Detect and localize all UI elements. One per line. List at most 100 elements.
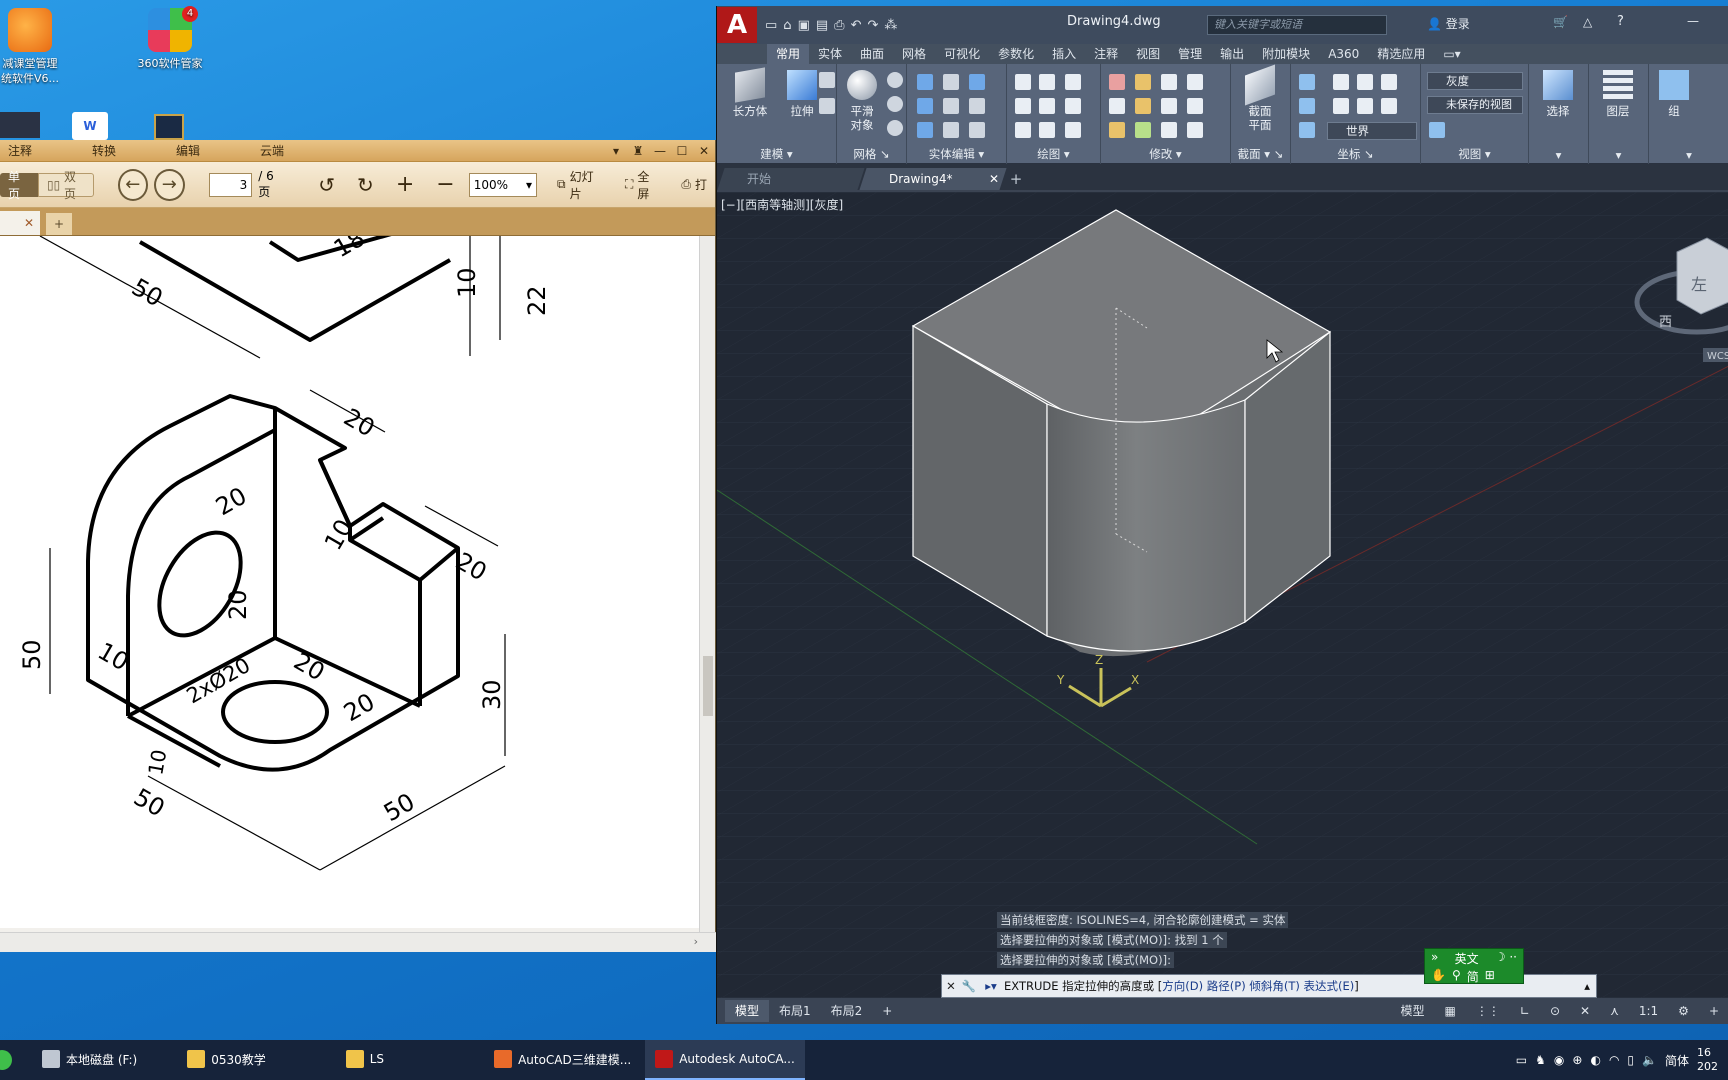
spline-icon[interactable] [1015,98,1031,114]
offset-icon[interactable] [1109,98,1125,114]
viewport-config-icon[interactable] [1429,122,1445,138]
taskbar-item-folder-ls[interactable]: LS [336,1040,394,1080]
menu-convert[interactable]: 转换 [48,142,132,159]
single-page-button[interactable]: 单页 [0,170,38,201]
ucs-z-icon[interactable] [1357,74,1373,90]
wrench-icon[interactable]: 🔧 [960,979,978,993]
interfere-icon[interactable] [943,98,959,114]
new-tab-button[interactable]: + [46,213,72,235]
desktop-icon-classroom[interactable]: 减课堂管理 统软件V6... [0,8,90,86]
array-icon[interactable] [1187,74,1203,90]
group-tool[interactable]: 组 [1651,70,1697,118]
login-button[interactable]: 👤 登录 [1427,15,1470,32]
desktop-icon-folder[interactable] [154,114,184,140]
close-icon[interactable]: ✕ [942,979,960,993]
desktop-icon-360[interactable]: 360软件管家 4 [110,6,230,71]
document-tab[interactable]: ✕ [0,211,40,235]
polyline-icon[interactable] [1015,74,1031,90]
tray-app-icon[interactable]: ⊕ [1572,1053,1582,1067]
chevron-up-icon[interactable]: ▴ [1584,979,1596,993]
tab-mesh[interactable]: 网格 [893,44,935,64]
annotation-icon[interactable]: ⋏ [1600,1000,1629,1022]
redo-icon[interactable]: ↷ [867,18,878,33]
rotate3d-icon[interactable] [1135,74,1151,90]
horizontal-scrollbar[interactable]: › [0,932,716,952]
tab-visualize[interactable]: 可视化 [935,44,989,64]
close-button[interactable]: ✕ [693,144,715,158]
point-icon[interactable] [1065,98,1081,114]
separate-icon[interactable] [969,98,985,114]
tray-app-icon[interactable]: ◉ [1554,1053,1564,1067]
option-direction[interactable]: 方向(D) [1162,978,1203,994]
layout-tab-2[interactable]: 布局2 [821,1000,873,1022]
mesh-icon[interactable] [887,72,903,88]
section-plane-tool[interactable]: 截面 平面 [1237,64,1283,132]
menu-annotate[interactable]: 注释 [0,142,48,159]
tab-start[interactable]: 开始 [717,168,865,190]
start-button[interactable] [0,1050,12,1070]
saved-view-select[interactable]: 未保存的视图 [1427,96,1523,114]
copy-icon[interactable] [1161,98,1177,114]
tab-addins[interactable]: 附加模块 [1253,44,1319,64]
box-tool[interactable]: 长方体 [727,67,773,118]
polysolid-icon[interactable] [819,98,835,114]
print-button[interactable]: ⎙ 打 [673,171,715,199]
visual-style-select[interactable]: 灰度 [1427,72,1523,90]
tab-manage[interactable]: 管理 [1169,44,1211,64]
ucs-select[interactable]: 世界 [1327,122,1417,140]
panel-label[interactable]: 视图 ▾ [1421,146,1528,162]
ucs-3point-icon[interactable] [1381,74,1397,90]
new-drawing-button[interactable]: + [1005,170,1027,190]
tab-featured[interactable]: 精选应用 [1368,44,1434,64]
union-icon[interactable] [917,74,933,90]
minimize-button[interactable]: — [649,144,671,158]
option-path[interactable]: 路径(P) [1207,978,1246,994]
osnap-icon[interactable]: ✕ [1570,1000,1600,1022]
align-icon[interactable] [1135,122,1151,138]
mesh-icon[interactable] [887,120,903,136]
command-prompt-icon[interactable]: ▸▾ [978,979,1004,993]
rotate-icon[interactable] [1135,98,1151,114]
match-properties-icon[interactable]: ⁂ [884,18,897,33]
mesh-icon[interactable] [887,96,903,112]
tab-home[interactable]: 常用 [767,44,810,64]
close-tab-icon[interactable]: ✕ [24,216,34,230]
vertical-scrollbar[interactable] [699,236,715,932]
stretch-icon[interactable] [1161,122,1177,138]
tab-drawing4[interactable]: Drawing4* ✕ [859,168,1007,190]
panel-label[interactable]: 修改 ▾ [1101,146,1230,162]
scale-icon[interactable] [1187,122,1203,138]
grid-icon[interactable]: ▦ [1435,1000,1466,1022]
viewport-controls[interactable]: [−][西南等轴测][灰度] [721,196,843,213]
polygon-icon[interactable] [1015,122,1031,138]
volume-icon[interactable]: 🔈 [1642,1053,1657,1067]
tab-surface[interactable]: 曲面 [851,44,893,64]
new-file-icon[interactable]: ▭ [765,18,777,33]
taskbar-item-local-disk[interactable]: 本地磁盘 (F:) [32,1040,147,1080]
scrollbar-thumb[interactable] [703,656,713,716]
polar-icon[interactable]: ⊙ [1540,1000,1570,1022]
tray-app-icon[interactable]: ▭ [1516,1053,1527,1067]
zoom-select[interactable]: 100% ▾ [468,172,538,197]
tab-output[interactable]: 输出 [1211,44,1253,64]
ucs-object-icon[interactable] [1381,98,1397,114]
network-icon[interactable]: ◠ [1609,1053,1619,1067]
search-input[interactable]: 键入关键字或短语 [1207,15,1387,35]
tab-view[interactable]: 视图 [1127,44,1169,64]
gear-icon[interactable]: ⚙ [1668,1000,1699,1022]
zoom-out-icon[interactable]: − [428,171,462,199]
chevron-icon[interactable]: » [1431,950,1438,967]
taskbar-item-autocad[interactable]: Autodesk AutoCA... [645,1040,805,1080]
plus-icon[interactable]: + [1699,1000,1728,1022]
mirror-icon[interactable] [1187,98,1203,114]
extract-edges-icon[interactable] [943,122,959,138]
layers-tool[interactable]: 图层 [1595,70,1641,118]
open-file-icon[interactable]: ⌂ [783,18,791,33]
help-button[interactable]: ? [1617,14,1624,29]
shell-icon[interactable] [969,74,985,90]
menu-cloud[interactable]: 云端 [216,142,300,159]
rotate-right-icon[interactable]: ↻ [349,171,382,199]
panel-expand-icon[interactable]: ▾ [1529,148,1588,162]
double-page-button[interactable]: ▯▯ 双页 [38,170,94,201]
a360-icon[interactable]: △ [1583,15,1592,29]
